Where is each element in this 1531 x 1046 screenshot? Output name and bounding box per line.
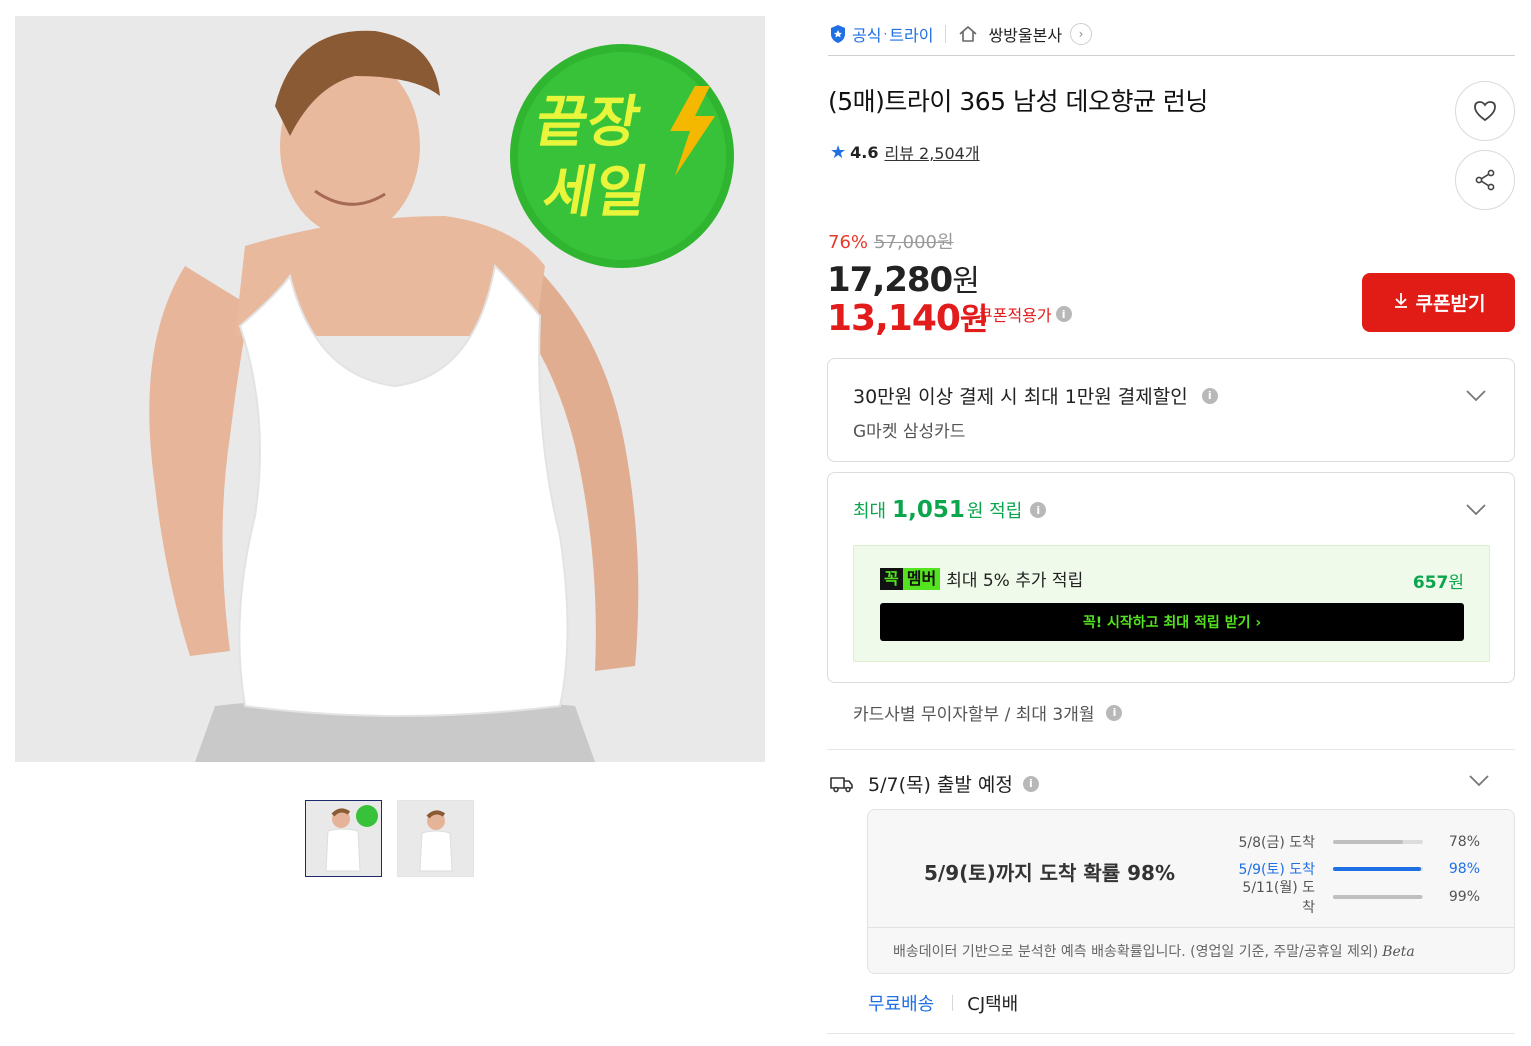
prediction-bar bbox=[1333, 895, 1423, 899]
info-icon[interactable]: i bbox=[1030, 502, 1047, 518]
official-shield-icon bbox=[831, 24, 845, 43]
prediction-bar-fill bbox=[1333, 840, 1404, 844]
prediction-row: 5/11(월) 도착 99% bbox=[1230, 880, 1480, 916]
product-main-image: 끝장 세일 bbox=[15, 16, 765, 762]
get-coupon-button[interactable]: 쿠폰받기 bbox=[1362, 273, 1515, 332]
delivery-info: 무료배송 CJ택배 bbox=[868, 990, 1018, 1016]
store-bar: 공식 · 트라이 쌍방울본사 › bbox=[828, 12, 1515, 56]
prediction-date: 5/9(토) 도착 bbox=[1238, 862, 1315, 878]
installment-info: 카드사별 무이자할부 / 최대 3개월 i bbox=[853, 700, 1123, 725]
points-card: 최대 1,051 원 적립 i 꼭 멤버 최대 5% 추가 적립 657원 꼭! … bbox=[827, 472, 1515, 683]
prediction-percent: 99% bbox=[1448, 889, 1480, 905]
sale-badge-line-1: 끝장 bbox=[531, 90, 645, 155]
free-shipping-label: 무료배송 bbox=[868, 994, 935, 1015]
home-icon bbox=[959, 25, 977, 42]
payment-benefit-card[interactable]: 30만원 이상 결제 시 최대 1만원 결제할인 i G마켓 삼성카드 bbox=[827, 358, 1515, 462]
rating-summary: ★ 4.6 리뷰 2,504개 bbox=[830, 140, 980, 164]
payment-benefit-card-name: G마켓 삼성카드 bbox=[853, 422, 966, 442]
member-logo-part-2: 멤버 bbox=[902, 567, 941, 590]
chevron-down-icon[interactable] bbox=[1465, 503, 1487, 517]
member-points-unit: 원 bbox=[1448, 573, 1464, 593]
delivery-prediction-box: 5/9(토)까지 도착 확률 98% 5/8(금) 도착 78% 5/9(토) … bbox=[867, 809, 1515, 974]
prediction-footnote-text: 배송데이터 기반으로 분석한 예측 배송확률입니다. (영업일 기준, 주말/공… bbox=[893, 944, 1379, 960]
beta-label: Beta bbox=[1382, 944, 1415, 960]
member-benefit-box: 꼭 멤버 최대 5% 추가 적립 657원 꼭! 시작하고 최대 적립 받기 › bbox=[853, 545, 1490, 662]
departure-date: 5/7(목) 출발 예정 bbox=[868, 774, 1013, 796]
member-logo-part-1: 꼭 bbox=[880, 567, 903, 590]
prediction-percent: 98% bbox=[1448, 861, 1480, 877]
info-icon[interactable]: i bbox=[1055, 306, 1072, 322]
download-icon bbox=[1392, 291, 1410, 314]
prediction-date: 5/11(월) 도착 bbox=[1242, 880, 1315, 916]
discount-rate: 76% bbox=[828, 232, 869, 253]
seller-name-link[interactable]: 쌍방울본사 bbox=[988, 22, 1062, 46]
prediction-bar-fill bbox=[1333, 895, 1423, 899]
product-title: (5매)트라이 365 남성 데오향균 런닝 bbox=[828, 87, 1208, 116]
star-icon: ★ bbox=[830, 141, 847, 163]
prediction-row: 5/8(금) 도착 78% bbox=[1230, 833, 1480, 851]
share-icon bbox=[1475, 169, 1495, 191]
points-suffix: 원 적립 bbox=[966, 501, 1023, 522]
divider bbox=[827, 749, 1515, 750]
points-prefix: 최대 bbox=[853, 501, 887, 522]
store-separator: · bbox=[883, 26, 888, 41]
member-points-value: 657 bbox=[1412, 573, 1449, 593]
prediction-bar bbox=[1333, 840, 1423, 844]
sale-badge-line-2: 세일 bbox=[538, 160, 652, 225]
courier-name: CJ택배 bbox=[967, 994, 1019, 1015]
get-coupon-label: 쿠폰받기 bbox=[1415, 293, 1486, 315]
prediction-footnote: 배송데이터 기반으로 분석한 예측 배송확률입니다. (영업일 기준, 주말/공… bbox=[893, 941, 1415, 961]
divider bbox=[952, 995, 954, 1011]
discount-line: 76% 57,000원 bbox=[828, 228, 954, 254]
thumbnail-1[interactable] bbox=[305, 800, 382, 877]
coupon-price-value: 13,140 bbox=[827, 298, 961, 339]
product-photo-illustration: 끝장 세일 bbox=[15, 16, 765, 762]
chevron-right-icon[interactable]: › bbox=[1070, 22, 1093, 45]
member-benefit-text: 최대 5% 추가 적립 bbox=[946, 571, 1084, 591]
payment-benefit-title-row: 30만원 이상 결제 시 최대 1만원 결제할인 i bbox=[853, 382, 1218, 409]
rating-score: 4.6 bbox=[850, 142, 879, 162]
prediction-headline: 5/9(토)까지 도착 확률 98% bbox=[924, 861, 1175, 885]
prediction-date: 5/8(금) 도착 bbox=[1238, 835, 1315, 851]
coupon-note-label: 쿠폰적용가 bbox=[978, 306, 1052, 325]
wishlist-button[interactable] bbox=[1455, 81, 1515, 141]
member-points-amount: 657원 bbox=[1413, 568, 1464, 593]
prediction-percent: 78% bbox=[1448, 834, 1480, 850]
member-tag: 꼭 멤버 최대 5% 추가 적립 bbox=[880, 566, 1083, 591]
prediction-row-highlight: 5/9(토) 도착 98% bbox=[1230, 860, 1480, 878]
original-price: 57,000원 bbox=[874, 232, 954, 253]
shipping-departure: 5/7(목) 출발 예정 i bbox=[830, 770, 1039, 797]
points-amount: 1,051 bbox=[892, 497, 965, 523]
points-title: 최대 1,051 원 적립 i bbox=[853, 497, 1047, 523]
payment-benefit-title: 30만원 이상 결제 시 최대 1만원 결제할인 bbox=[853, 386, 1188, 408]
chevron-down-icon[interactable] bbox=[1468, 774, 1490, 788]
prediction-bar-fill bbox=[1333, 867, 1422, 871]
official-label: 공식 bbox=[852, 25, 882, 45]
info-icon[interactable]: i bbox=[1022, 775, 1039, 792]
installment-text: 카드사별 무이자할부 / 최대 3개월 bbox=[853, 705, 1095, 725]
divider bbox=[945, 24, 947, 43]
member-start-button[interactable]: 꼭! 시작하고 최대 적립 받기 › bbox=[880, 603, 1464, 641]
coupon-note: 쿠폰적용가 i bbox=[978, 302, 1072, 326]
info-icon[interactable]: i bbox=[1106, 704, 1123, 721]
info-icon[interactable]: i bbox=[1201, 387, 1218, 404]
divider bbox=[827, 1033, 1515, 1034]
share-button[interactable] bbox=[1455, 150, 1515, 210]
prediction-bar bbox=[1333, 867, 1423, 871]
review-count-link[interactable]: 리뷰 2,504개 bbox=[884, 140, 979, 164]
thumbnail-2[interactable] bbox=[397, 800, 474, 877]
coupon-price: 13,140원 bbox=[827, 294, 988, 339]
chevron-down-icon[interactable] bbox=[1465, 389, 1487, 403]
brand-store-link[interactable]: 트라이 bbox=[889, 22, 933, 46]
heart-icon bbox=[1474, 101, 1496, 122]
truck-icon bbox=[830, 776, 853, 792]
